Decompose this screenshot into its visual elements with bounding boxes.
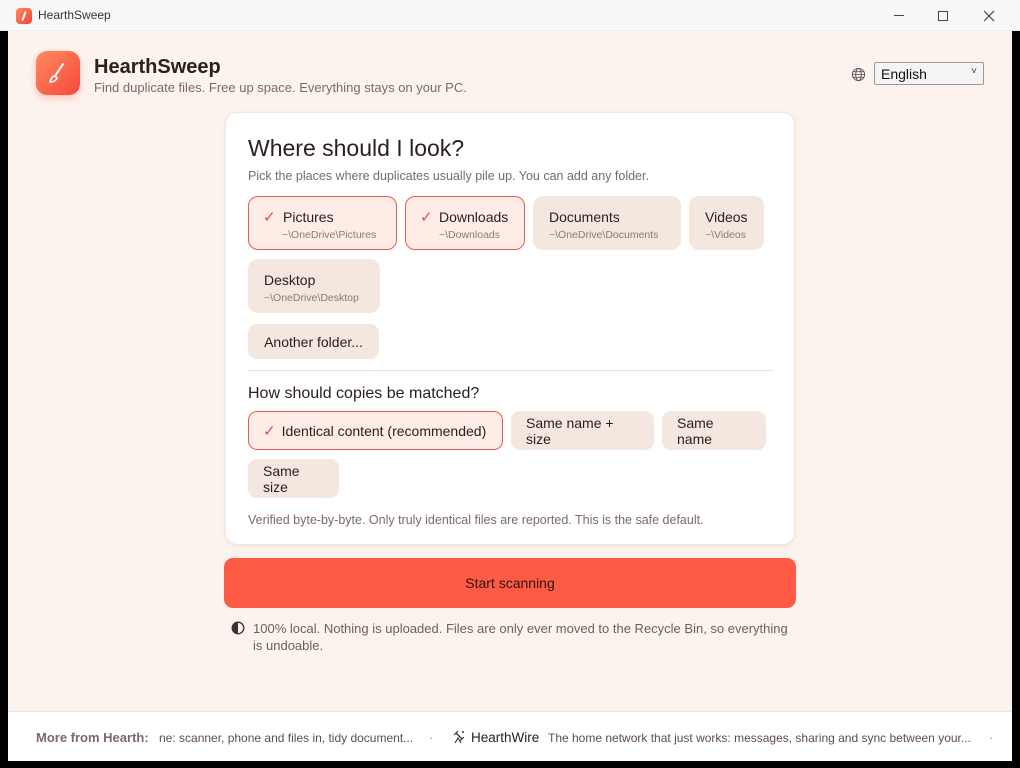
app-name: HearthSweep <box>94 56 221 78</box>
footer-product-name[interactable]: HearthWire <box>471 730 539 745</box>
footer-label: More from Hearth: <box>36 730 149 745</box>
locations-subtitle: Pick the places where duplicates usually… <box>248 169 649 183</box>
app-small-icon <box>16 8 32 24</box>
match-option-name[interactable]: Same name <box>662 411 766 450</box>
footer-separator: · <box>429 730 434 745</box>
match-option-label: Same name + size <box>526 414 614 447</box>
folder-chip-desktop[interactable]: Desktop ~\OneDrive\Desktop <box>248 259 380 313</box>
match-option-size[interactable]: Same size <box>248 459 339 498</box>
folder-label: Documents <box>549 209 620 225</box>
check-icon: ✓ <box>263 422 276 440</box>
folder-path: ~\Downloads <box>439 229 500 241</box>
broom-icon <box>49 63 64 83</box>
window-frame-bottom <box>0 761 1020 768</box>
window-frame-left <box>0 31 8 768</box>
close-icon <box>983 10 995 21</box>
settings-card: Where should I look? Pick the places whe… <box>225 112 795 545</box>
app-tagline: Find duplicate files. Free up space. Eve… <box>94 80 467 95</box>
folder-chip-videos[interactable]: Videos ~\Videos <box>689 196 764 250</box>
minimize-icon <box>894 15 904 16</box>
add-folder-button[interactable]: Another folder... <box>248 324 379 359</box>
start-scanning-button[interactable]: Start scanning <box>224 558 796 608</box>
window-frame-right <box>1012 31 1020 768</box>
folder-chip-pictures[interactable]: ✓ Pictures ~\OneDrive\Pictures <box>248 196 397 250</box>
check-icon: ✓ <box>420 209 433 226</box>
match-option-identical[interactable]: ✓ Identical content (recommended) <box>248 411 503 450</box>
check-icon: ✓ <box>263 209 276 226</box>
title-bar: HearthSweep <box>0 0 1020 31</box>
folder-chip-downloads[interactable]: ✓ Downloads ~\Downloads <box>405 196 525 250</box>
match-note: Verified byte-by-byte. Only truly identi… <box>248 513 704 527</box>
folder-chip-documents[interactable]: Documents ~\OneDrive\Documents <box>533 196 681 250</box>
language-value: English <box>881 66 927 82</box>
folder-path: ~\Videos <box>705 229 746 241</box>
folder-label: Downloads <box>439 209 509 225</box>
footer-separator: · <box>989 730 994 745</box>
footer-marquee: ne: scanner, phone and files in, tidy do… <box>159 712 999 761</box>
app-window: HearthSweep HearthSweep Find duplicate f… <box>0 0 1020 768</box>
window-title: HearthSweep <box>38 8 111 22</box>
globe-icon <box>851 67 866 82</box>
locations-title: Where should I look? <box>248 135 465 161</box>
chevron-down-icon: ˅ <box>971 66 977 77</box>
folder-label: Pictures <box>283 209 334 225</box>
maximize-button[interactable] <box>920 0 966 31</box>
shield-icon <box>231 621 245 635</box>
folder-path: ~\OneDrive\Documents <box>549 229 659 241</box>
folder-label: Videos <box>705 209 748 225</box>
privacy-note: 100% local. Nothing is uploaded. Files a… <box>253 621 788 653</box>
folder-path: ~\OneDrive\Pictures <box>282 229 377 241</box>
maximize-icon <box>938 10 948 21</box>
satellite-icon <box>453 730 465 744</box>
match-option-label: Identical content (recommended) <box>281 422 487 439</box>
divider <box>248 370 774 371</box>
footer-item-description[interactable]: ne: scanner, phone and files in, tidy do… <box>159 731 413 745</box>
minimize-button[interactable] <box>876 0 922 31</box>
app-logo <box>36 51 80 95</box>
folder-label: Desktop <box>264 272 316 288</box>
footer: More from Hearth: ne: scanner, phone and… <box>8 711 1012 761</box>
close-button[interactable] <box>966 0 1012 31</box>
match-option-label: Same size <box>263 462 300 495</box>
matching-title: How should copies be matched? <box>248 385 480 402</box>
match-option-name-size[interactable]: Same name + size <box>511 411 654 450</box>
folder-path: ~\OneDrive\Desktop <box>264 292 359 304</box>
language-select[interactable]: English ˅ <box>874 62 984 85</box>
match-option-label: Same name <box>677 414 714 447</box>
footer-product-description[interactable]: The home network that just works: messag… <box>548 731 971 745</box>
